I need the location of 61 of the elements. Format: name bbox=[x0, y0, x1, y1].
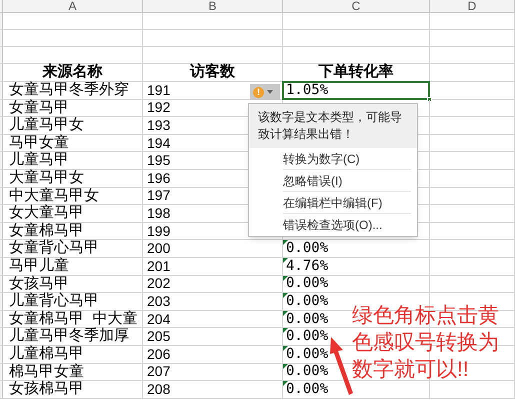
table-cell-text: 0.00% bbox=[285, 327, 328, 346]
table-cell-text: 204 bbox=[146, 310, 170, 329]
header-cell-text: 来源名称 bbox=[41, 62, 104, 82]
table-cell-text: 女童马甲 bbox=[8, 98, 69, 116]
menu-item[interactable]: 忽略错误(I) bbox=[283, 170, 411, 192]
table-cell-text: 女童棉马甲 bbox=[8, 220, 84, 239]
table-cell-text: 191 bbox=[146, 80, 170, 100]
table-cell-text: 女大童马甲 bbox=[8, 203, 84, 222]
menu-item[interactable]: 转换为数字(C) bbox=[283, 148, 411, 170]
menu-item[interactable]: 错误检查选项(O)... bbox=[283, 214, 411, 236]
caret-icon bbox=[267, 90, 273, 94]
table-cell-text: 棉马甲女童 bbox=[8, 362, 84, 380]
table-cell-text: 207 bbox=[146, 362, 170, 382]
table-cell-text: 193 bbox=[146, 116, 170, 135]
table-cell-text: 儿童棉马甲 bbox=[8, 344, 84, 363]
table-cell-text: 0.00% bbox=[285, 274, 328, 294]
table-cell-text: 192 bbox=[146, 98, 170, 118]
table-cell-text: 197 bbox=[146, 186, 170, 206]
table-cell-text: 马甲女童 bbox=[8, 132, 69, 151]
table-cell-text: 203 bbox=[146, 292, 170, 311]
table-cell-text: 0.00% bbox=[285, 380, 328, 399]
table-cell-text: 199 bbox=[146, 222, 170, 241]
table-cell-text: 195 bbox=[146, 151, 170, 170]
table-cell-text: 儿童马甲冬季加厚 bbox=[8, 326, 129, 345]
table-cell-text: 女童背心马甲 bbox=[8, 238, 99, 257]
table-cell-text: 200 bbox=[146, 239, 170, 258]
table-cell-text: 马甲儿童 bbox=[8, 256, 69, 276]
table-cell-text: 202 bbox=[146, 274, 170, 294]
menu-item[interactable]: 在编辑栏中编辑(F) bbox=[283, 192, 411, 214]
table-cell-text: 女童马甲冬季外穿 bbox=[8, 80, 129, 99]
table-cell-text: 大童马甲女 bbox=[8, 168, 84, 187]
table-cell-text: 女童棉马甲 中大童 bbox=[8, 308, 138, 327]
annotation-text: 绿色角标点击黄色感叹号转换为数字就可以!! bbox=[352, 303, 500, 383]
error-message: 该数字是文本类型，可能导致计算结果出错！ bbox=[249, 104, 417, 148]
column-header[interactable]: C bbox=[352, 0, 360, 13]
column-header[interactable]: A bbox=[68, 0, 76, 13]
table-cell-text: 儿童马甲女 bbox=[8, 115, 84, 134]
table-cell-text: 女孩马甲 bbox=[8, 274, 69, 292]
table-cell-text: 4.76% bbox=[285, 256, 328, 276]
table-cell-text: 201 bbox=[146, 256, 170, 276]
table-cell-text: 206 bbox=[146, 344, 170, 364]
header-cell-text: 下单转化率 bbox=[318, 62, 394, 82]
table-cell-text: 0.00% bbox=[285, 344, 328, 364]
table-cell-text: 女孩棉马甲 bbox=[8, 379, 84, 400]
column-header[interactable]: B bbox=[208, 0, 216, 13]
table-cell-text: 196 bbox=[146, 168, 170, 188]
table-cell-text: 中大童马甲女 bbox=[8, 186, 99, 204]
table-cell-text: 儿童背心马甲 bbox=[8, 291, 99, 310]
table-cell-text: 儿童马甲 bbox=[8, 150, 69, 169]
table-cell-text: 0.00% bbox=[285, 239, 328, 258]
table-cell-text: 194 bbox=[146, 134, 170, 153]
table-cell-text: 205 bbox=[146, 327, 170, 346]
table-cell-text: 1.05% bbox=[285, 80, 328, 100]
column-header[interactable]: D bbox=[468, 0, 476, 13]
table-cell-text: 0.00% bbox=[285, 362, 328, 382]
header-cell-text: 访客数 bbox=[188, 62, 236, 82]
table-cell-text: 0.00% bbox=[285, 292, 328, 311]
pointer-arrow bbox=[330, 336, 354, 396]
table-cell-text: 198 bbox=[146, 204, 170, 223]
table-cell-text: 0.00% bbox=[285, 310, 328, 329]
table-cell-text: 208 bbox=[146, 380, 170, 399]
